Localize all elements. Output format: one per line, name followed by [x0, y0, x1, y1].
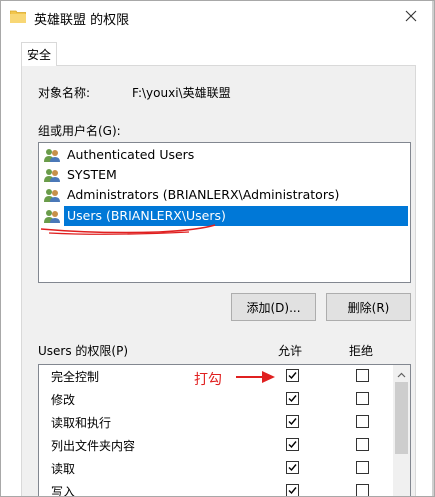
deny-checkbox[interactable] [356, 392, 369, 405]
permission-name: 修改 [51, 393, 76, 407]
allow-header: 允许 [278, 344, 303, 358]
security-panel: 对象名称: F:\youxi\英雄联盟 组或用户名(G): Authentica… [21, 66, 416, 497]
tab-strip: 安全 [21, 41, 416, 67]
allow-checkbox[interactable] [286, 415, 299, 428]
checkmark-icon [288, 395, 297, 403]
red-underline-mark [40, 224, 216, 235]
chevron-up-icon [397, 367, 406, 381]
permissions-dialog: 英雄联盟 的权限 安全 对象名称: F:\youxi\英雄联盟 组或用户名(G)… [0, 0, 435, 497]
deny-header: 拒绝 [349, 344, 374, 358]
user-label: Administrators (BRIANLERX\Administrators… [67, 187, 340, 202]
red-arrow-icon [236, 371, 275, 383]
user-label: SYSTEM [67, 167, 117, 182]
deny-checkbox[interactable] [356, 438, 369, 451]
users-group-icon [43, 147, 61, 163]
groups-label: 组或用户名(G): [38, 124, 121, 138]
allow-checkbox[interactable] [286, 369, 299, 382]
remove-button[interactable]: 删除(R) [326, 293, 411, 321]
permission-row: 修改 [39, 388, 395, 411]
checkmark-icon [288, 418, 297, 426]
allow-checkbox[interactable] [286, 392, 299, 405]
close-button[interactable] [388, 1, 434, 33]
permissions-label: Users 的权限(P) [38, 344, 129, 358]
checkmark-icon [288, 441, 297, 449]
checkmark-icon [288, 487, 297, 495]
user-list[interactable]: Authenticated Users SYSTEM Administrator… [38, 142, 411, 283]
users-group-icon [43, 187, 61, 203]
annotation-text: 打勾 [194, 372, 222, 388]
permission-row: 读取 [39, 457, 395, 480]
permission-name: 完全控制 [51, 370, 100, 384]
permission-row: 列出文件夹内容 [39, 434, 395, 457]
allow-checkbox[interactable] [286, 438, 299, 451]
deny-checkbox[interactable] [356, 415, 369, 428]
tab-security[interactable]: 安全 [21, 42, 57, 67]
permissions-list: 完全控制修改读取和执行列出文件夹内容 读取写入 [38, 364, 411, 497]
permission-name: 读取 [51, 462, 76, 476]
add-button[interactable]: 添加(D)... [231, 293, 316, 321]
users-group-icon [43, 208, 61, 224]
window-edge [432, 1, 434, 496]
scroll-thumb[interactable] [395, 382, 408, 454]
scroll-up-button[interactable] [393, 365, 410, 382]
users-group-icon [43, 167, 61, 183]
object-name-label: 对象名称: [38, 86, 91, 100]
folder-icon [9, 10, 27, 24]
list-item[interactable]: Authenticated Users [43, 145, 197, 165]
deny-checkbox[interactable] [356, 484, 369, 496]
deny-checkbox[interactable] [356, 369, 369, 382]
checkmark-icon [288, 464, 297, 472]
deny-checkbox[interactable] [356, 461, 369, 474]
user-label: Authenticated Users [67, 147, 195, 162]
list-item[interactable]: Administrators (BRIANLERX\Administrators… [43, 185, 342, 205]
scrollbar[interactable] [393, 365, 410, 496]
title-bar: 英雄联盟 的权限 [1, 1, 434, 33]
permission-name: 写入 [51, 485, 76, 497]
allow-checkbox[interactable] [286, 484, 299, 496]
allow-checkbox[interactable] [286, 461, 299, 474]
list-item[interactable]: SYSTEM [43, 165, 120, 185]
object-name-value: F:\youxi\英雄联盟 [132, 86, 231, 100]
permission-row: 读取和执行 [39, 411, 395, 434]
tab-label: 安全 [26, 48, 51, 62]
permission-row: 写入 [39, 480, 395, 497]
window-title: 英雄联盟 的权限 [34, 13, 130, 28]
permission-name: 读取和执行 [51, 416, 112, 430]
close-icon [405, 10, 417, 25]
checkmark-icon [288, 372, 297, 380]
permission-name: 列出文件夹内容 [51, 439, 136, 453]
